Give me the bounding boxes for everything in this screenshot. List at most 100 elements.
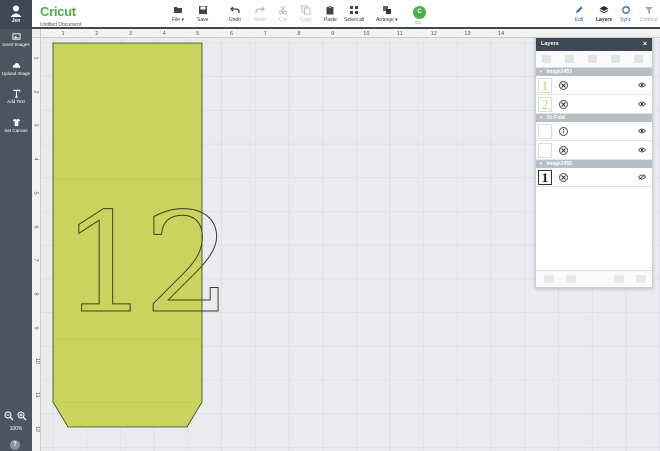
user-icon xyxy=(10,5,22,17)
cricut-logo: Cricut xyxy=(40,4,76,19)
zoom-out-icon[interactable] xyxy=(4,411,14,421)
layer-row[interactable]: 2 xyxy=(536,95,652,114)
text-icon xyxy=(12,89,20,98)
add-text-button[interactable]: Add Text xyxy=(0,89,32,104)
cut-button[interactable]: Cut xyxy=(278,5,288,23)
tab-sync[interactable]: Sync xyxy=(620,5,631,23)
layer-thumbnail: 1 xyxy=(538,170,552,185)
eye-hidden-icon[interactable] xyxy=(638,174,646,180)
ruler-mark: 14 xyxy=(498,30,505,37)
arrange-menu-button[interactable]: Arrange ▾ xyxy=(376,5,398,23)
help-button[interactable]: ? xyxy=(10,440,20,450)
image-icon xyxy=(11,33,21,40)
ruler-mark: 7 xyxy=(32,258,39,262)
vertical-ruler: 1 2 3 4 5 6 7 8 9 10 11 12 xyxy=(32,38,41,451)
ruler-mark: 6 xyxy=(230,30,234,37)
tab-contour[interactable]: Contour xyxy=(640,5,658,23)
user-menu[interactable]: Jen xyxy=(0,0,32,29)
collapse-icon[interactable]: ▼ xyxy=(539,114,543,122)
close-icon[interactable]: × xyxy=(643,38,647,51)
layers-panel-footer xyxy=(536,270,652,287)
copy-icon xyxy=(301,5,311,15)
upload-image-button[interactable]: Upload Image xyxy=(0,61,32,76)
layer-row[interactable]: 1 xyxy=(536,168,652,187)
ruler-mark: 4 xyxy=(162,30,166,37)
cut-operation-icon[interactable] xyxy=(559,81,568,90)
layers-tools xyxy=(536,51,652,68)
ruler-mark: 11 xyxy=(33,392,40,398)
scissors-icon xyxy=(279,5,287,15)
layer-row[interactable] xyxy=(536,141,652,160)
contour-icon xyxy=(644,7,653,14)
pencil-icon xyxy=(576,6,583,13)
shirt-icon xyxy=(12,118,20,127)
user-name: Jen xyxy=(11,18,21,24)
flatten-icon[interactable] xyxy=(636,275,646,283)
layers-icon xyxy=(599,6,609,14)
ruler-mark: 2 xyxy=(32,90,39,94)
ungroup-icon[interactable] xyxy=(565,55,574,63)
layer-group-image2453[interactable]: ▼ Image2453 xyxy=(536,68,652,76)
ruler-mark: 2 xyxy=(95,30,99,37)
paste-icon xyxy=(326,6,334,15)
cut-operation-icon[interactable] xyxy=(559,146,568,155)
set-canvas-button[interactable]: Set Canvas xyxy=(0,118,32,133)
eye-icon[interactable] xyxy=(638,82,646,88)
document-title: Untitled Document xyxy=(40,22,82,28)
folder-icon xyxy=(173,7,182,13)
ruler-mark: 8 xyxy=(297,30,301,37)
ruler-mark: 1 xyxy=(32,56,39,60)
design-number[interactable]: 12 xyxy=(62,183,233,345)
collapse-icon[interactable]: ▼ xyxy=(539,160,543,168)
eye-icon[interactable] xyxy=(638,128,646,134)
tab-layers[interactable]: Layers xyxy=(591,5,617,29)
copy-button[interactable]: Copy xyxy=(300,5,312,23)
ruler-mark: 3 xyxy=(128,30,132,37)
delete-icon[interactable] xyxy=(611,55,620,63)
duplicate-icon[interactable] xyxy=(588,55,597,63)
save-button[interactable]: Save xyxy=(197,5,208,23)
top-toolbar: Jen Cricut Untitled Document File ▾ Save… xyxy=(0,0,660,29)
insert-images-button[interactable]: Insert Images xyxy=(0,32,32,47)
cut-operation-icon[interactable] xyxy=(559,100,568,109)
ruler-mark: 4 xyxy=(32,157,39,161)
layer-thumbnail: 1 xyxy=(538,78,552,93)
redo-icon xyxy=(255,6,265,13)
undo-button[interactable]: Undo xyxy=(229,5,241,23)
ruler-mark: 10 xyxy=(363,30,370,37)
collapse-icon[interactable]: ▼ xyxy=(539,68,543,76)
ruler-mark: 13 xyxy=(464,30,471,37)
layer-group-image2450[interactable]: ▼ Image2450 xyxy=(536,160,652,168)
ruler-mark: 9 xyxy=(331,30,335,37)
slice-icon[interactable] xyxy=(544,275,554,283)
file-menu-button[interactable]: File ▾ xyxy=(172,5,184,23)
cut-operation-icon[interactable] xyxy=(559,173,568,182)
layer-row[interactable] xyxy=(536,122,652,141)
ruler-mark: 10 xyxy=(34,358,41,365)
tab-edit[interactable]: Edit xyxy=(574,5,584,23)
ruler-mark: 3 xyxy=(32,123,39,127)
attach-icon[interactable] xyxy=(614,275,624,283)
group-icon[interactable] xyxy=(542,55,551,63)
ruler-mark: 12 xyxy=(34,425,41,432)
go-button[interactable]: C xyxy=(413,6,426,19)
ruler-mark: 7 xyxy=(263,30,267,37)
redo-button[interactable]: Redo xyxy=(254,5,266,23)
eye-icon[interactable] xyxy=(638,147,646,153)
sync-icon xyxy=(621,6,630,14)
layer-group-tri-fold[interactable]: ▼ Tri-Fold xyxy=(536,114,652,122)
select-all-button[interactable]: Select all xyxy=(344,5,364,23)
layer-thumbnail: 2 xyxy=(538,97,552,112)
layers-panel: Layers × ▼ Image2453 1 2 ▼ Tri-Fold ▼ Im… xyxy=(535,37,653,288)
eye-icon[interactable] xyxy=(638,101,646,107)
weld-icon[interactable] xyxy=(566,275,576,283)
hide-icon[interactable] xyxy=(634,55,643,63)
select-all-icon xyxy=(350,6,359,14)
paste-button[interactable]: Paste xyxy=(324,5,337,23)
layer-row[interactable]: 1 xyxy=(536,76,652,95)
score-operation-icon[interactable] xyxy=(559,127,568,136)
layer-thumbnail xyxy=(538,124,552,139)
ruler-mark: 8 xyxy=(32,292,39,296)
save-icon xyxy=(198,6,207,14)
zoom-in-icon[interactable] xyxy=(17,411,27,421)
